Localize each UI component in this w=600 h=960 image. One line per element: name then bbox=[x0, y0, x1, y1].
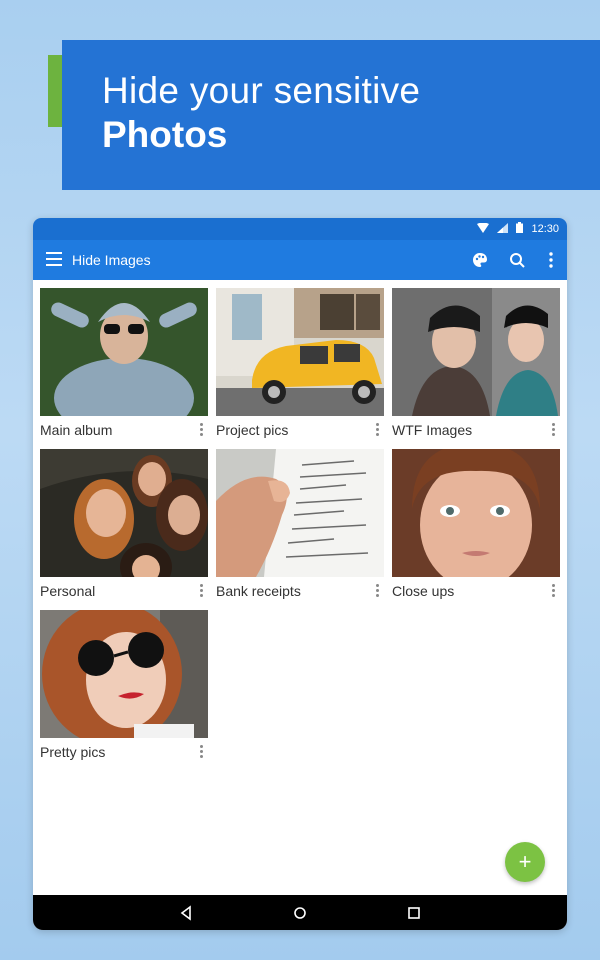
album-more-icon[interactable] bbox=[196, 423, 206, 439]
album-label: WTF Images bbox=[392, 422, 473, 438]
status-time: 12:30 bbox=[531, 223, 559, 235]
back-icon[interactable] bbox=[177, 904, 195, 922]
app-bar: Hide Images bbox=[33, 240, 567, 280]
recents-icon[interactable] bbox=[405, 904, 423, 922]
plus-icon: + bbox=[518, 849, 532, 874]
device-screen: 12:30 Hide Images Main album Project pic… bbox=[33, 218, 567, 930]
navigation-bar bbox=[33, 895, 567, 930]
album-tile-closeups[interactable]: Close ups bbox=[392, 449, 560, 607]
album-thumbnail bbox=[40, 288, 208, 416]
album-more-icon[interactable] bbox=[372, 423, 382, 439]
album-more-icon[interactable] bbox=[548, 584, 558, 600]
app-title: Hide Images bbox=[72, 252, 151, 268]
theme-palette-icon[interactable] bbox=[469, 249, 491, 271]
album-label: Close ups bbox=[392, 583, 455, 599]
more-vert-icon[interactable] bbox=[540, 249, 562, 271]
battery-icon bbox=[516, 222, 524, 236]
album-thumbnail bbox=[392, 288, 560, 416]
album-tile-pretty[interactable]: Pretty pics bbox=[40, 610, 208, 768]
album-thumbnail bbox=[392, 449, 560, 577]
album-thumbnail bbox=[216, 449, 384, 577]
wifi-icon bbox=[477, 222, 490, 236]
hamburger-menu-icon[interactable] bbox=[46, 252, 62, 266]
album-tile-project[interactable]: Project pics bbox=[216, 288, 384, 446]
banner-accent-bar bbox=[48, 55, 62, 127]
album-more-icon[interactable] bbox=[196, 584, 206, 600]
banner-headline: Hide your sensitive bbox=[102, 70, 421, 111]
album-thumbnail bbox=[216, 288, 384, 416]
banner-subheadline: Photos bbox=[102, 114, 228, 155]
album-more-icon[interactable] bbox=[196, 745, 206, 761]
signal-icon bbox=[497, 222, 509, 236]
search-icon[interactable] bbox=[506, 249, 528, 271]
album-more-icon[interactable] bbox=[548, 423, 558, 439]
add-album-button[interactable]: + bbox=[505, 842, 545, 882]
album-label: Personal bbox=[40, 583, 96, 599]
album-label: Bank receipts bbox=[216, 583, 301, 599]
album-thumbnail bbox=[40, 610, 208, 738]
album-label: Main album bbox=[40, 422, 113, 438]
album-tile-bank[interactable]: Bank receipts bbox=[216, 449, 384, 607]
album-label: Pretty pics bbox=[40, 744, 106, 760]
album-thumbnail bbox=[40, 449, 208, 577]
album-more-icon[interactable] bbox=[372, 584, 382, 600]
album-grid: Main album Project pics WTF Images Perso… bbox=[33, 280, 567, 892]
status-bar: 12:30 bbox=[33, 218, 567, 240]
album-tile-personal[interactable]: Personal bbox=[40, 449, 208, 607]
album-tile-main[interactable]: Main album bbox=[40, 288, 208, 446]
album-tile-wtf[interactable]: WTF Images bbox=[392, 288, 560, 446]
home-icon[interactable] bbox=[291, 904, 309, 922]
album-label: Project pics bbox=[216, 422, 289, 438]
